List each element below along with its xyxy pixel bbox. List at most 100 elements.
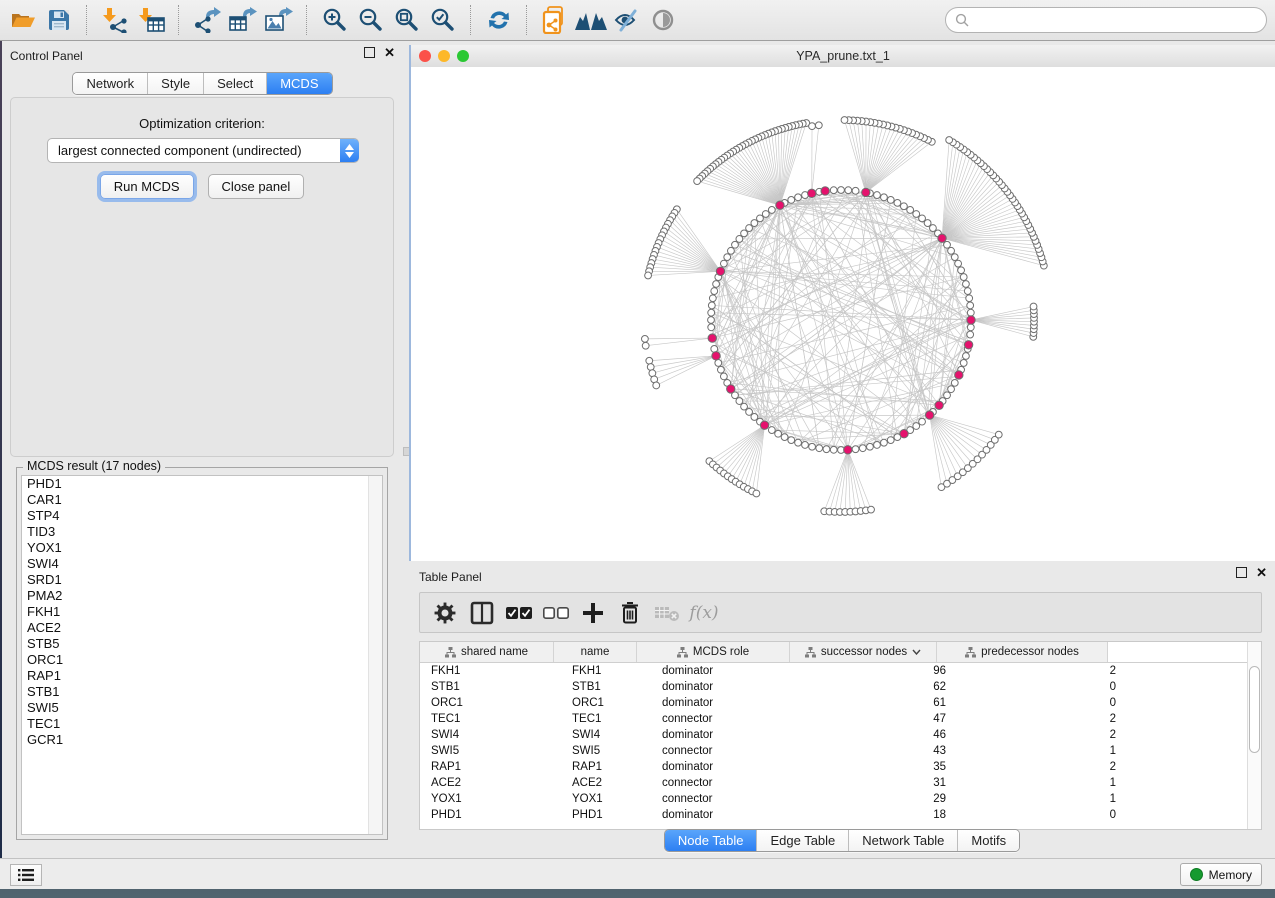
hub-node[interactable] [935, 401, 943, 409]
mcds-result-item[interactable]: PMA2 [22, 588, 382, 604]
float-panel-button[interactable] [364, 47, 375, 58]
result-scrollbar[interactable] [368, 476, 382, 834]
column-header-successor-nodes[interactable]: successor nodes [790, 642, 937, 662]
delete-table-icon[interactable] [652, 598, 682, 628]
mcds-result-item[interactable]: SWI5 [22, 700, 382, 716]
mcds-result-item[interactable]: SRD1 [22, 572, 382, 588]
table-row[interactable]: SWI4SWI4dominator462 [420, 727, 1261, 743]
minimize-window-button[interactable] [438, 50, 450, 62]
export-image-icon[interactable] [261, 3, 297, 37]
mcds-result-item[interactable]: TID3 [22, 524, 382, 540]
tab-mcds[interactable]: MCDS [266, 73, 331, 94]
table-tab-node-table[interactable]: Node Table [665, 830, 757, 851]
close-table-panel-button[interactable]: ✕ [1256, 568, 1267, 578]
mcds-result-item[interactable]: SWI4 [22, 556, 382, 572]
run-mcds-button[interactable]: Run MCDS [100, 174, 194, 199]
table-tab-edge-table[interactable]: Edge Table [756, 830, 848, 851]
close-panel-button-mcds[interactable]: Close panel [208, 174, 305, 199]
task-history-button[interactable] [10, 864, 42, 886]
memory-button[interactable]: Memory [1180, 863, 1262, 886]
hub-node[interactable] [955, 371, 963, 379]
close-panel-button[interactable]: ✕ [384, 48, 395, 58]
table-tab-network-table[interactable]: Network Table [848, 830, 957, 851]
zoom-in-icon[interactable] [317, 3, 353, 37]
hub-node[interactable] [716, 267, 724, 275]
table-tab-motifs[interactable]: Motifs [957, 830, 1019, 851]
table-scrollbar-thumb[interactable] [1249, 666, 1260, 753]
tab-style[interactable]: Style [147, 73, 203, 94]
network-titlebar[interactable]: YPA_prune.txt_1 [411, 45, 1275, 68]
zoom-out-icon[interactable] [353, 3, 389, 37]
float-table-panel-button[interactable] [1236, 567, 1247, 578]
network-snapshot-icon[interactable] [537, 3, 573, 37]
mcds-result-item[interactable]: GCR1 [22, 732, 382, 748]
hub-node[interactable] [964, 341, 972, 349]
column-layout-icon[interactable] [467, 598, 497, 628]
hub-node[interactable] [938, 234, 946, 242]
search-input[interactable] [974, 12, 1257, 28]
select-all-check-icon[interactable] [504, 598, 534, 628]
refresh-view-icon[interactable] [481, 3, 517, 37]
hub-node[interactable] [760, 421, 768, 429]
table-scrollbar[interactable] [1247, 642, 1261, 829]
hub-node[interactable] [808, 189, 816, 197]
deselect-all-check-icon[interactable] [541, 598, 571, 628]
table-row[interactable]: ACE2ACE2connector311 [420, 775, 1261, 791]
table-row[interactable]: FKH1FKH1dominator962 [420, 663, 1261, 679]
export-network-icon[interactable] [189, 3, 225, 37]
hub-node[interactable] [925, 411, 933, 419]
search-box[interactable] [945, 7, 1267, 33]
hub-node[interactable] [900, 430, 908, 438]
add-row-icon[interactable] [578, 598, 608, 628]
table-row[interactable]: YOX1YOX1connector291 [420, 791, 1261, 807]
criterion-select[interactable]: largest connected component (undirected) [47, 138, 359, 163]
table-row[interactable]: ORC1ORC1dominator610 [420, 695, 1261, 711]
mcds-result-item[interactable]: ACE2 [22, 620, 382, 636]
table-row[interactable]: PHD1PHD1dominator180 [420, 807, 1261, 823]
mcds-result-list[interactable]: PHD1CAR1STP4TID3YOX1SWI4SRD1PMA2FKH1ACE2… [21, 475, 383, 835]
mcds-result-item[interactable]: YOX1 [22, 540, 382, 556]
table-row[interactable]: STB1STB1dominator620 [420, 679, 1261, 695]
mcds-result-item[interactable]: STB1 [22, 684, 382, 700]
table-row[interactable]: TEC1TEC1connector472 [420, 711, 1261, 727]
hide-graphics-details-icon[interactable] [609, 3, 645, 37]
hub-node[interactable] [821, 187, 829, 195]
hub-node[interactable] [844, 446, 852, 454]
column-header-shared-name[interactable]: shared name [420, 642, 554, 662]
hub-node[interactable] [727, 385, 735, 393]
hub-node[interactable] [967, 316, 975, 324]
export-table-icon[interactable] [225, 3, 261, 37]
open-session-icon[interactable] [5, 3, 41, 37]
show-graphics-details-icon[interactable] [645, 3, 681, 37]
mcds-result-item[interactable]: TEC1 [22, 716, 382, 732]
import-table-icon[interactable] [133, 3, 169, 37]
hub-node[interactable] [776, 201, 784, 209]
mcds-result-item[interactable]: PHD1 [22, 476, 382, 492]
column-header-mcds-role[interactable]: MCDS role [637, 642, 790, 662]
tab-network[interactable]: Network [73, 73, 147, 94]
tab-select[interactable]: Select [203, 73, 266, 94]
mcds-result-item[interactable]: CAR1 [22, 492, 382, 508]
network-overview-icon[interactable] [573, 3, 609, 37]
zoom-fit-icon[interactable] [389, 3, 425, 37]
function-builder-icon[interactable]: f(x) [689, 598, 719, 628]
network-view[interactable] [411, 67, 1275, 561]
hub-node[interactable] [862, 188, 870, 196]
table-row[interactable]: SWI5SWI5connector431 [420, 743, 1261, 759]
hub-node[interactable] [708, 334, 716, 342]
mcds-result-item[interactable]: RAP1 [22, 668, 382, 684]
network-graph[interactable] [411, 67, 1275, 561]
mcds-result-item[interactable]: FKH1 [22, 604, 382, 620]
hub-node[interactable] [712, 352, 720, 360]
table-options-icon[interactable] [430, 598, 460, 628]
column-header-name[interactable]: name [554, 642, 637, 662]
save-session-icon[interactable] [41, 3, 77, 37]
import-network-icon[interactable] [97, 3, 133, 37]
mcds-result-item[interactable]: STP4 [22, 508, 382, 524]
mcds-result-item[interactable]: STB5 [22, 636, 382, 652]
maximize-window-button[interactable] [457, 50, 469, 62]
table-row[interactable]: RAP1RAP1dominator352 [420, 759, 1261, 775]
mcds-result-item[interactable]: ORC1 [22, 652, 382, 668]
close-window-button[interactable] [419, 50, 431, 62]
delete-row-icon[interactable] [615, 598, 645, 628]
